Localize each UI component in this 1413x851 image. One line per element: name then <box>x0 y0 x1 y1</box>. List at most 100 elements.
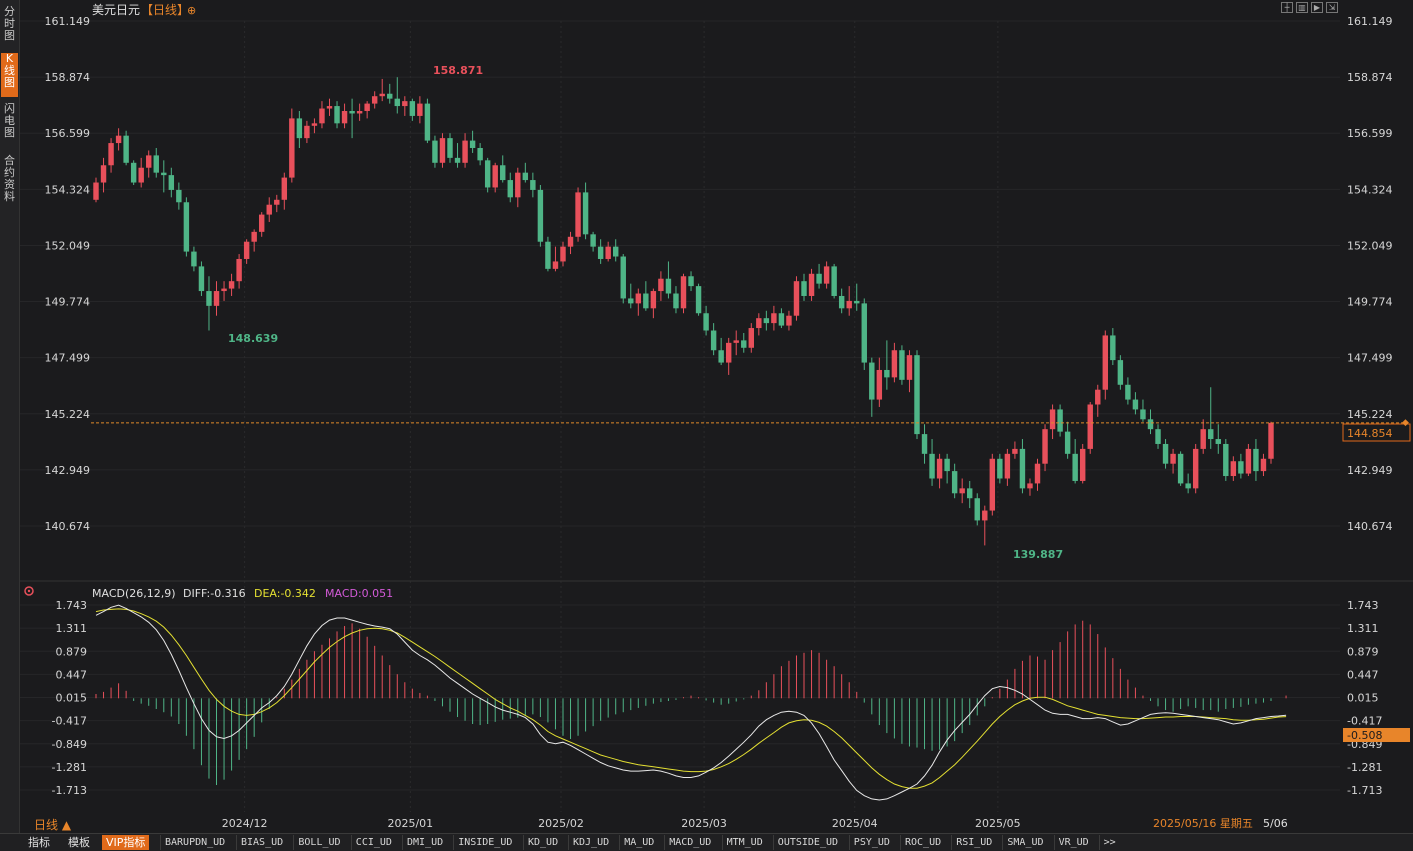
indicator-roc-ud[interactable]: ROC_UD <box>900 835 941 850</box>
candle-body <box>552 261 559 269</box>
layout-icon[interactable]: ▥ <box>1296 2 1308 13</box>
macd-tick-left: 0.447 <box>56 668 88 681</box>
candlesticks <box>93 77 1274 546</box>
month-label: 2025/05 <box>975 817 1021 830</box>
candle-body <box>371 96 378 104</box>
macd-tick-right: -0.417 <box>1347 715 1382 728</box>
candle-body <box>869 362 875 400</box>
candle-body <box>1019 448 1026 489</box>
candle-body <box>130 162 137 183</box>
candle-body <box>1208 429 1214 440</box>
candle-body <box>997 458 1003 479</box>
candle-body <box>793 281 800 316</box>
month-label: 2025/04 <box>832 817 878 830</box>
indicator-dmi-ud[interactable]: DMI_UD <box>402 835 443 850</box>
candle-body <box>560 246 566 262</box>
price-tick-right: 156.599 <box>1347 127 1393 140</box>
month-label: 2025/01 <box>387 817 433 830</box>
candle-body <box>1253 448 1259 472</box>
candle-body <box>469 140 476 148</box>
indicator-sma-ud[interactable]: SMA_UD <box>1002 835 1044 850</box>
candle-body <box>936 458 943 479</box>
tab-vip-indicators[interactable]: VIP指标 <box>102 835 150 850</box>
candle-body <box>1012 448 1018 454</box>
candle-body <box>914 355 920 435</box>
play-icon[interactable]: ▶ <box>1311 2 1323 13</box>
indicator-rsi-ud[interactable]: RSI_UD <box>951 835 992 850</box>
macd-tick-left: 0.879 <box>56 645 88 658</box>
candle-body <box>680 276 687 309</box>
low-annotation-dec: 148.639 <box>228 332 278 345</box>
price-tick-right: 145.224 <box>1347 408 1393 421</box>
indicator--[interactable]: >> <box>1098 835 1116 850</box>
candle-body <box>93 182 99 200</box>
cursor-date-tail: 5/06 <box>1263 817 1288 830</box>
candle-body <box>597 246 604 259</box>
candle-body <box>153 155 159 173</box>
candle-body <box>861 303 867 363</box>
period-selector[interactable]: 日线 ▲ <box>34 818 72 832</box>
candle-body <box>319 108 325 124</box>
indicator-barupdn-ud[interactable]: BARUPDN_UD <box>160 835 225 850</box>
indicator-macd-ud[interactable]: MACD_UD <box>664 835 711 850</box>
candle-body <box>1117 360 1124 385</box>
indicator-psy-ud[interactable]: PSY_UD <box>848 835 890 850</box>
export-icon[interactable]: ⇲ <box>1326 2 1338 13</box>
indicator-ma-ud[interactable]: MA_UD <box>619 835 654 850</box>
candle-body <box>409 101 416 116</box>
indicator-vr-ud[interactable]: VR_UD <box>1053 835 1089 850</box>
candle-body <box>741 340 747 348</box>
tab-templates[interactable]: 模板 <box>68 835 90 850</box>
indicator-mtm-ud[interactable]: MTM_UD <box>721 835 763 850</box>
candle-body <box>1238 461 1244 474</box>
indicator-kdj-ud[interactable]: KDJ_UD <box>568 835 609 850</box>
candle-body <box>1132 399 1139 410</box>
indicator-boll-ud[interactable]: BOLL_UD <box>293 835 341 850</box>
macd-tick-left: 1.743 <box>56 599 88 612</box>
add-symbol-icon[interactable]: ⊕ <box>187 4 196 17</box>
candle-body <box>432 140 438 163</box>
month-label: 2025/03 <box>681 817 727 830</box>
candle-body <box>1230 461 1237 477</box>
candle-body <box>198 266 205 292</box>
candle-body <box>236 258 242 282</box>
candle-body <box>311 123 318 126</box>
candle-body <box>138 167 144 183</box>
candle-body <box>522 172 529 181</box>
candle-body <box>1185 483 1191 489</box>
candle-body <box>500 165 506 181</box>
tab-indicators[interactable]: 指标 <box>28 835 50 850</box>
candle-body <box>439 138 446 163</box>
macd-tick-right: 0.015 <box>1347 692 1379 705</box>
high-annotation: 158.871 <box>433 64 483 77</box>
candle-body <box>921 434 928 454</box>
candle-body <box>838 295 845 309</box>
indicator-bias-ud[interactable]: BIAS_UD <box>236 835 283 850</box>
indicator-cci-ud[interactable]: CCI_UD <box>350 835 392 850</box>
candle-body <box>718 350 724 363</box>
candle-body <box>402 101 408 107</box>
candle-body <box>605 246 611 259</box>
candle-body <box>417 103 423 116</box>
candle-body <box>1155 429 1161 444</box>
instrument-name: 美元日元 <box>92 3 140 17</box>
price-tick-right: 147.499 <box>1347 352 1393 365</box>
macd-title: MACD(26,12,9) <box>92 587 176 600</box>
period-tag: 【日线】 <box>141 3 189 17</box>
candle-body <box>379 93 385 97</box>
candle-body <box>1087 404 1093 449</box>
macd-value-label: MACD:0.051 <box>325 587 393 600</box>
candle-body <box>801 281 807 296</box>
candle-body <box>590 234 596 247</box>
candle-body <box>748 328 754 348</box>
candle-body <box>213 291 220 306</box>
candle-body <box>974 498 980 521</box>
macd-tick-right: 0.879 <box>1347 645 1379 658</box>
crosshair-icon[interactable]: ┼ <box>1281 2 1293 13</box>
indicator-kd-ud[interactable]: KD_UD <box>523 835 558 850</box>
indicator-inside-ud[interactable]: INSIDE_UD <box>453 835 512 850</box>
candle-body <box>620 256 626 299</box>
candle-body <box>710 330 717 351</box>
candle-body <box>394 98 400 107</box>
indicator-outside-ud[interactable]: OUTSIDE_UD <box>772 835 838 850</box>
